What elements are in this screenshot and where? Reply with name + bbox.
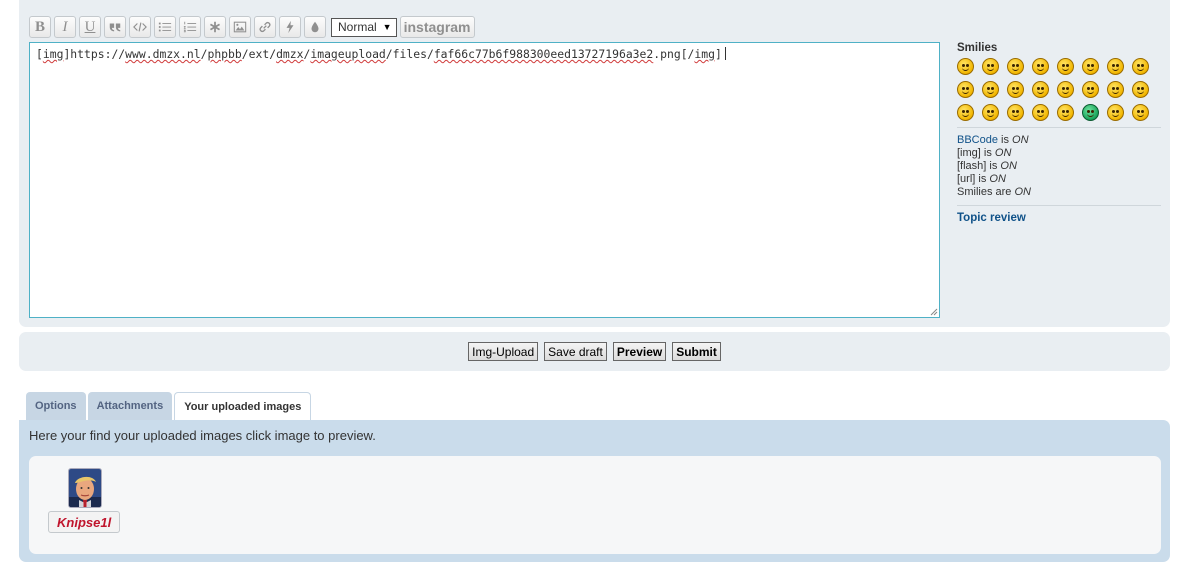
smiley-icon[interactable] — [982, 58, 999, 75]
topic-review-link[interactable]: Topic review — [957, 212, 1161, 224]
smiley-icon[interactable] — [982, 104, 999, 121]
numbered-list-button[interactable] — [179, 16, 201, 38]
quote-button[interactable] — [104, 16, 126, 38]
smiley-icon[interactable] — [957, 81, 974, 98]
instagram-button[interactable]: instagram — [399, 16, 475, 38]
smiley-icon[interactable] — [1107, 104, 1124, 121]
smiley-icon[interactable] — [1007, 58, 1024, 75]
smiley-icon[interactable] — [1132, 104, 1149, 121]
tab-attachments[interactable]: Attachments — [87, 392, 173, 420]
bold-button[interactable]: B — [29, 16, 51, 38]
sidebar-divider — [957, 127, 1161, 128]
list-icon — [158, 22, 172, 32]
code-button[interactable] — [129, 16, 151, 38]
text-caret — [724, 47, 726, 60]
sidebar-divider — [957, 205, 1161, 206]
quote-icon — [109, 23, 121, 32]
submit-bar: Img-Upload Save draft Preview Submit — [19, 332, 1170, 371]
smiley-icon[interactable] — [1032, 81, 1049, 98]
dropdown-arrow-icon: ▼ — [382, 22, 392, 32]
message-textarea[interactable]: [img]https://www.dmzx.nl/phpbb/ext/dmzx/… — [29, 42, 940, 318]
url-button[interactable] — [254, 16, 276, 38]
save-draft-button[interactable]: Save draft — [544, 342, 607, 361]
image-icon — [233, 21, 247, 33]
smiley-icon[interactable] — [1032, 58, 1049, 75]
color-button[interactable] — [304, 16, 326, 38]
code-icon — [133, 22, 147, 32]
flash-status-label: [flash] is — [957, 160, 1001, 172]
list-button[interactable] — [154, 16, 176, 38]
smiley-icon[interactable] — [1082, 104, 1099, 121]
smiley-icon[interactable] — [1057, 104, 1074, 121]
uploaded-image-name[interactable]: Knipse1l — [48, 511, 121, 533]
list-item-button[interactable] — [204, 16, 226, 38]
asterisk-icon — [210, 21, 220, 33]
url-status-label: [url] is — [957, 173, 990, 185]
bbcode-toolbar: B I U Normal ▼ instagram — [29, 15, 475, 39]
submit-button[interactable]: Submit — [672, 342, 721, 361]
smiley-icon[interactable] — [1082, 58, 1099, 75]
uploaded-images-box: Knipse1l — [29, 456, 1161, 554]
editor-sidebar: Smilies BBCode is ON [img] is ON [flash]… — [957, 42, 1161, 224]
smiley-icon[interactable] — [1107, 58, 1124, 75]
smiley-icon[interactable] — [1057, 81, 1074, 98]
smiley-icon[interactable] — [1032, 104, 1049, 121]
numbered-list-icon — [183, 21, 197, 33]
smiley-icon[interactable] — [957, 104, 974, 121]
bbcode-link[interactable]: BBCode — [957, 134, 998, 146]
smiley-icon[interactable] — [1082, 81, 1099, 98]
smiley-icon[interactable] — [982, 81, 999, 98]
underline-button[interactable]: U — [79, 16, 101, 38]
preview-button[interactable]: Preview — [612, 342, 667, 361]
flash-button[interactable] — [279, 16, 301, 38]
smiley-icon[interactable] — [1057, 58, 1074, 75]
panel-intro-text: Here your find your uploaded images clic… — [29, 428, 376, 443]
uploaded-image-thumbnail[interactable] — [68, 468, 102, 508]
uploaded-images-panel: Here your find your uploaded images clic… — [19, 420, 1170, 562]
smilies-title: Smilies — [957, 42, 998, 54]
smiley-icon[interactable] — [1132, 58, 1149, 75]
portrait-thumbnail-icon — [69, 469, 101, 507]
smiley-icon[interactable] — [1007, 81, 1024, 98]
editor-text: [img]https://www.dmzx.nl/phpbb/ext/dmzx/… — [36, 47, 722, 61]
italic-button[interactable]: I — [54, 16, 76, 38]
drop-icon — [311, 21, 319, 33]
smiley-icon[interactable] — [1107, 81, 1124, 98]
smiley-icon[interactable] — [1132, 81, 1149, 98]
image-button[interactable] — [229, 16, 251, 38]
img-status-label: [img] is — [957, 147, 995, 159]
tab-options[interactable]: Options — [26, 392, 86, 420]
smilies-grid — [957, 58, 1161, 121]
smiley-icon[interactable] — [1007, 104, 1024, 121]
resize-grip-icon[interactable] — [930, 308, 938, 316]
img-upload-button[interactable]: Img-Upload — [468, 342, 539, 361]
tab-uploaded-images[interactable]: Your uploaded images — [174, 392, 312, 421]
link-icon — [259, 22, 271, 32]
smiley-icon[interactable] — [957, 58, 974, 75]
bbcode-status: BBCode is ON [img] is ON [flash] is ON [… — [957, 134, 1031, 198]
lightning-icon — [286, 20, 294, 34]
smilies-status-label: Smilies are — [957, 186, 1015, 198]
font-size-select[interactable]: Normal ▼ — [331, 17, 397, 37]
panel-tabs: Options Attachments Your uploaded images — [26, 392, 312, 421]
font-size-value: Normal — [338, 20, 377, 34]
